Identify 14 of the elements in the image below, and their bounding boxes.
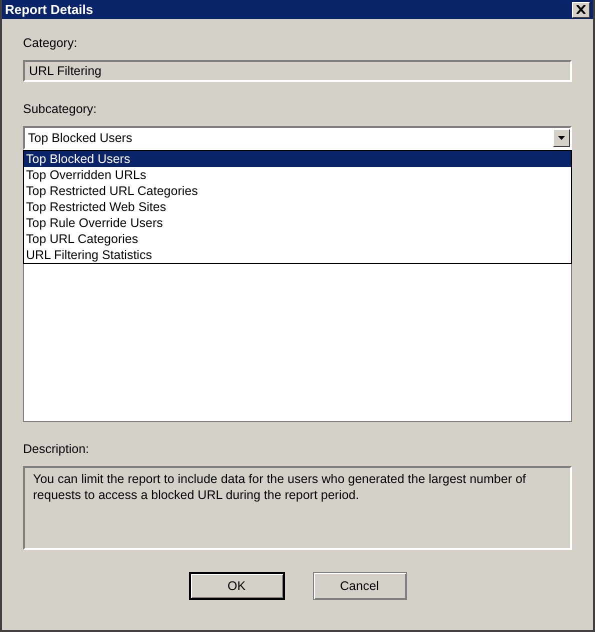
description-text: You can limit the report to include data for the users who generated the largest number of requests to access a blocked URL during the report period. bbox=[23, 466, 572, 550]
ok-button[interactable]: OK bbox=[188, 572, 284, 600]
cancel-button[interactable]: Cancel bbox=[312, 572, 406, 600]
dropdown-option[interactable]: Top Blocked Users bbox=[24, 151, 571, 167]
close-icon bbox=[576, 5, 586, 14]
category-label: Category: bbox=[23, 36, 78, 50]
description-label: Description: bbox=[23, 442, 90, 456]
caret-icon bbox=[558, 136, 565, 140]
category-field[interactable]: URL Filtering bbox=[23, 60, 572, 82]
close-button[interactable] bbox=[572, 2, 590, 18]
dropdown-button[interactable] bbox=[553, 129, 570, 147]
subcategory-dropdown[interactable]: Top Blocked Users bbox=[23, 126, 572, 150]
window-title: Report Details bbox=[5, 2, 94, 17]
subcategory-label: Subcategory: bbox=[23, 102, 98, 116]
